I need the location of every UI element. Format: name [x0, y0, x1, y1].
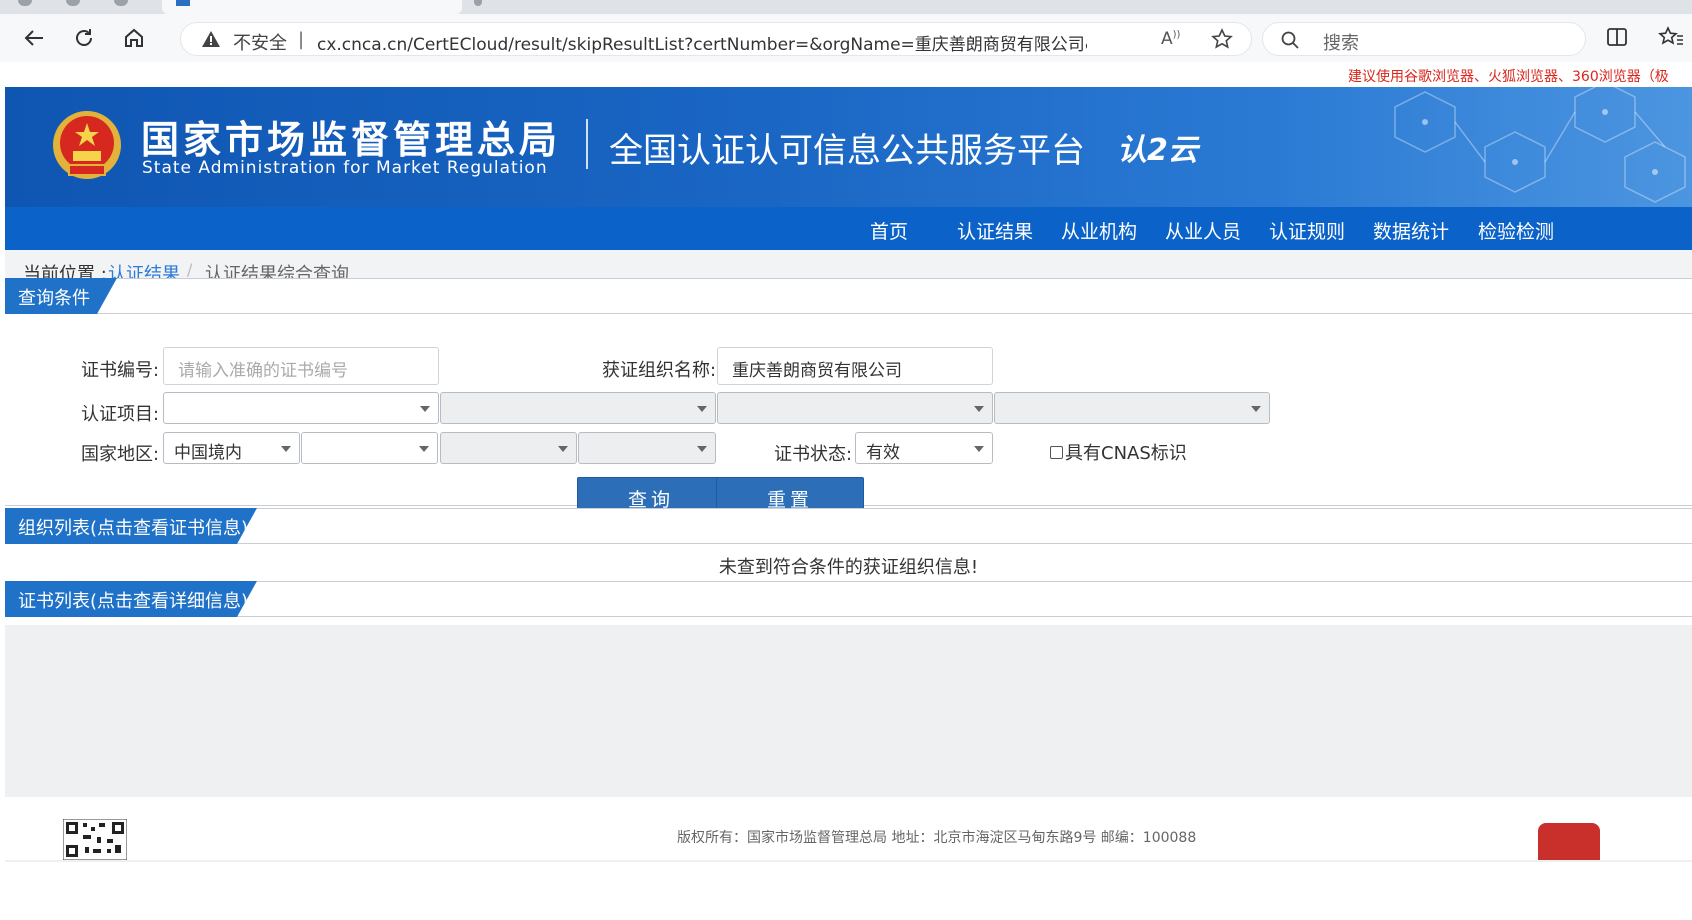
qr-code-icon: [63, 819, 127, 860]
page-viewport: 建议使用谷歌浏览器、火狐浏览器、360浏览器（极 国家市场监督管理总局 Stat…: [5, 62, 1692, 920]
warning-icon: [202, 31, 220, 47]
query-section-title: 查询条件: [5, 278, 117, 314]
main-nav: 首页 认证结果 从业机构 从业人员 认证规则 数据统计 检验检测: [5, 207, 1692, 250]
site-badge-icon: [1538, 823, 1600, 860]
cnas-checkbox[interactable]: 具有CNAS标识: [1050, 439, 1187, 465]
read-aloud-icon[interactable]: A)): [1161, 29, 1180, 49]
breadcrumb-separator: /: [187, 260, 193, 279]
browser-tab-strip: [0, 0, 1692, 14]
tab-favicon-icon: [176, 0, 190, 6]
active-tab[interactable]: [162, 0, 462, 14]
cnas-checkbox-box[interactable]: [1050, 445, 1063, 459]
national-emblem-icon: [53, 111, 121, 179]
footer-text: 版权所有：国家市场监督管理总局 地址：北京市海淀区马甸东路9号 邮编：10008…: [677, 830, 1197, 846]
profile-icon[interactable]: [18, 0, 32, 6]
browser-toolbar: 不安全 | cx.cnca.cn/CertECloud/result/skipR…: [0, 14, 1692, 62]
site-footer: 版权所有：国家市场监督管理总局 地址：北京市海淀区马甸东路9号 邮编：10008…: [5, 797, 1692, 860]
org-name-input[interactable]: 重庆善朗商贸有限公司: [717, 347, 993, 385]
address-bar[interactable]: 不安全 | cx.cnca.cn/CertECloud/result/skipR…: [180, 22, 1252, 56]
back-button[interactable]: [18, 22, 50, 54]
cnas-label: 具有CNAS标识: [1065, 443, 1187, 464]
region-select-province[interactable]: [301, 432, 438, 464]
browser-search-box[interactable]: 搜索: [1262, 22, 1586, 56]
hexagon-decoration: [1394, 87, 1686, 203]
address-separator: |: [298, 29, 305, 50]
region-select-country[interactable]: 中国境内: [163, 432, 300, 464]
nav-institutions[interactable]: 从业机构: [1061, 217, 1137, 244]
org-list-header: 组织列表(点击查看证书信息): [5, 508, 1692, 544]
renyun-logo: 认2云: [1117, 133, 1198, 168]
org-name-en: State Administration for Market Regulati…: [142, 158, 548, 178]
url-text[interactable]: cx.cnca.cn/CertECloud/result/skipResultL…: [317, 30, 1087, 55]
cert-item-select-1[interactable]: [163, 392, 439, 424]
browser-notice: 建议使用谷歌浏览器、火狐浏览器、360浏览器（极: [1348, 69, 1669, 85]
favorite-star-icon[interactable]: [1211, 28, 1233, 50]
split-screen-icon[interactable]: [1606, 26, 1628, 48]
search-icon: [1281, 31, 1299, 49]
back-arrow-icon: [24, 30, 43, 46]
org-name-cn: 国家市场监督管理总局: [141, 118, 562, 162]
cert-item-select-3[interactable]: [717, 392, 993, 424]
cert-list-title: 证书列表(点击查看详细信息): [5, 581, 257, 617]
nav-statistics[interactable]: 数据统计: [1373, 217, 1449, 244]
browser-notice-bar: 建议使用谷歌浏览器、火狐浏览器、360浏览器（极: [5, 62, 1692, 87]
reload-icon: [76, 29, 92, 46]
nav-cert-rules[interactable]: 认证规则: [1269, 217, 1345, 244]
org-name-label: 获证组织名称:: [602, 360, 717, 381]
cert-list-header: 证书列表(点击查看详细信息): [5, 581, 1692, 617]
cert-item-label: 认证项目:: [81, 404, 160, 425]
cert-item-select-4[interactable]: [994, 392, 1270, 424]
region-label: 国家地区:: [81, 444, 160, 465]
home-icon: [125, 28, 143, 47]
query-section-header: 查询条件: [5, 278, 1692, 314]
nav-cert-results[interactable]: 认证结果: [957, 217, 1033, 244]
region-select-district[interactable]: [578, 432, 716, 464]
banner-divider: [586, 119, 588, 169]
cert-number-label: 证书编号:: [81, 360, 160, 381]
nav-home[interactable]: 首页: [870, 217, 908, 244]
nav-personnel[interactable]: 从业人员: [1165, 217, 1241, 244]
query-form: 证书编号: 请输入准确的证书编号 获证组织名称: 重庆善朗商贸有限公司 认证项目…: [5, 340, 1692, 517]
home-button[interactable]: [118, 22, 150, 54]
search-placeholder: 搜索: [1323, 33, 1359, 54]
org-list-empty-message: 未查到符合条件的获证组织信息!: [718, 557, 979, 578]
status-label: 证书状态:: [774, 444, 853, 465]
cert-number-input[interactable]: 请输入准确的证书编号: [163, 347, 439, 385]
org-list-title: 组织列表(点击查看证书信息): [5, 508, 257, 544]
region-select-value: 中国境内: [174, 443, 242, 463]
region-select-city[interactable]: [440, 432, 577, 464]
cert-item-select-2[interactable]: [440, 392, 716, 424]
tab-actions-icon[interactable]: [114, 0, 128, 6]
status-select-value: 有效: [866, 443, 900, 463]
nav-inspection[interactable]: 检验检测: [1478, 217, 1554, 244]
workspaces-icon[interactable]: [66, 0, 80, 6]
platform-title: 全国认证认可信息公共服务平台: [609, 131, 1085, 171]
reload-button[interactable]: [68, 22, 100, 54]
favorites-icon[interactable]: [1658, 26, 1684, 48]
status-select[interactable]: 有效: [855, 432, 993, 464]
security-label[interactable]: 不安全: [233, 29, 287, 55]
site-banner: 国家市场监督管理总局 State Administration for Mark…: [5, 87, 1692, 207]
new-tab-icon[interactable]: [474, 0, 482, 6]
